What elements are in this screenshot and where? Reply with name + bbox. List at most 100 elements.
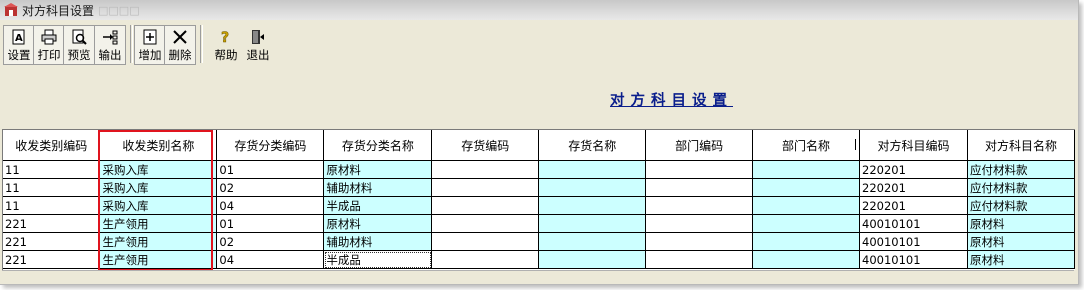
- column-header[interactable]: 对方科目名称: [967, 130, 1075, 161]
- table-cell[interactable]: 半成品: [323, 196, 433, 215]
- table-cell[interactable]: [538, 178, 647, 197]
- table-cell[interactable]: 01: [216, 214, 325, 233]
- table-cell[interactable]: 生产领用: [99, 214, 218, 233]
- table-cell[interactable]: [752, 232, 860, 251]
- table-cell[interactable]: [431, 178, 540, 197]
- table-cell[interactable]: [645, 232, 754, 251]
- data-table: 收发类别编码 收发类别名称 存货分类编码 存货分类名称 存货编码 存货名称 部门…: [3, 130, 1075, 269]
- table-cell[interactable]: 生产领用: [99, 250, 218, 269]
- table-cell[interactable]: [431, 214, 540, 233]
- table-cell[interactable]: [645, 214, 754, 233]
- table-cell[interactable]: 原材料: [967, 232, 1075, 251]
- toolbar: A 设置 打印 预览 输出 增加 删除 ? 帮助 退出: [0, 21, 1078, 65]
- table-cell[interactable]: 40010101: [859, 250, 968, 269]
- table-cell[interactable]: [645, 250, 754, 269]
- table-cell[interactable]: [431, 232, 540, 251]
- table-cell[interactable]: 40010101: [859, 232, 968, 251]
- export-icon: [103, 30, 118, 45]
- table-cell[interactable]: [431, 160, 540, 179]
- table-cell[interactable]: [538, 250, 647, 269]
- table-cell-selected[interactable]: 半成品: [323, 250, 433, 269]
- table-cell[interactable]: [645, 196, 754, 215]
- table-cell[interactable]: [752, 178, 860, 197]
- table-cell[interactable]: 220201: [859, 196, 968, 215]
- table-cell[interactable]: [752, 196, 860, 215]
- table-cell[interactable]: 04: [216, 250, 325, 269]
- table-cell[interactable]: 辅助材料: [323, 232, 433, 251]
- preview-button[interactable]: 预览: [63, 25, 95, 65]
- table-cell[interactable]: 221: [3, 214, 101, 233]
- table-row[interactable]: 11 采购入库 04 半成品 220201 应付材料款: [3, 196, 1075, 215]
- toolbar-separator: [130, 25, 133, 63]
- table-row[interactable]: 221 生产领用 02 辅助材料 40010101 原材料: [3, 232, 1075, 251]
- table-cell[interactable]: [645, 178, 754, 197]
- table-cell[interactable]: 采购入库: [99, 178, 218, 197]
- table-cell[interactable]: 采购入库: [99, 196, 218, 215]
- column-header[interactable]: 存货编码: [431, 130, 540, 161]
- add-label: 增加: [138, 48, 162, 62]
- column-header[interactable]: 存货分类名称: [323, 130, 433, 161]
- table-cell[interactable]: 221: [3, 250, 101, 269]
- table-cell[interactable]: 应付材料款: [967, 196, 1075, 215]
- table-cell[interactable]: 辅助材料: [323, 178, 433, 197]
- table-cell[interactable]: [431, 250, 540, 269]
- table-cell[interactable]: [645, 160, 754, 179]
- column-header[interactable]: 存货名称: [538, 130, 647, 161]
- data-grid[interactable]: 收发类别编码 收发类别名称 存货分类编码 存货分类名称 存货编码 存货名称 部门…: [2, 129, 1075, 270]
- table-cell[interactable]: 02: [216, 178, 325, 197]
- table-cell[interactable]: 11: [3, 178, 101, 197]
- title-bar: 对方科目设置 □□□□: [0, 0, 1078, 20]
- table-cell[interactable]: 原材料: [323, 160, 433, 179]
- add-button[interactable]: 增加: [134, 25, 166, 65]
- settings-doc-icon: A: [12, 29, 25, 45]
- table-cell[interactable]: 01: [216, 160, 325, 179]
- app-logo-icon: [4, 3, 18, 16]
- table-cell[interactable]: [431, 196, 540, 215]
- table-cell[interactable]: [752, 250, 860, 269]
- table-cell[interactable]: [538, 196, 647, 215]
- table-cell[interactable]: 02: [216, 232, 325, 251]
- export-button[interactable]: 输出: [94, 25, 126, 65]
- table-cell[interactable]: 原材料: [323, 214, 433, 233]
- column-header[interactable]: 收发类别编码: [3, 130, 101, 161]
- settings-label: 设置: [7, 48, 31, 62]
- column-header[interactable]: 对方科目编码: [859, 130, 968, 161]
- column-header[interactable]: 收发类别名称: [99, 130, 218, 161]
- table-cell[interactable]: 应付材料款: [967, 178, 1075, 197]
- help-button[interactable]: ? 帮助: [210, 25, 242, 65]
- column-header[interactable]: 部门名称: [752, 130, 860, 161]
- table-cell[interactable]: 11: [3, 160, 101, 179]
- table-cell[interactable]: [538, 232, 647, 251]
- table-cell[interactable]: [538, 214, 647, 233]
- delete-button[interactable]: 删除: [164, 25, 196, 65]
- table-cell[interactable]: 采购入库: [99, 160, 218, 179]
- svg-text:?: ?: [221, 30, 229, 45]
- table-cell[interactable]: 原材料: [967, 214, 1075, 233]
- column-header[interactable]: 部门编码: [645, 130, 754, 161]
- table-cell[interactable]: [538, 160, 647, 179]
- table-cell[interactable]: 原材料: [967, 250, 1075, 269]
- table-cell[interactable]: [752, 160, 860, 179]
- table-cell[interactable]: 04: [216, 196, 325, 215]
- table-cell[interactable]: 221: [3, 232, 101, 251]
- settings-button[interactable]: A 设置: [3, 25, 35, 65]
- print-button[interactable]: 打印: [33, 25, 65, 65]
- table-row[interactable]: 221 生产领用 01 原材料 40010101 原材料: [3, 214, 1075, 233]
- table-row[interactable]: 11 采购入库 02 辅助材料 220201 应付材料款: [3, 178, 1075, 197]
- table-row[interactable]: 221 生产领用 04 半成品 40010101 原材料: [3, 250, 1075, 269]
- table-cell[interactable]: 应付材料款: [967, 160, 1075, 179]
- column-header[interactable]: 存货分类编码: [216, 130, 325, 161]
- table-cell[interactable]: [752, 214, 860, 233]
- help-icon: ?: [221, 30, 230, 45]
- table-cell[interactable]: 220201: [859, 160, 968, 179]
- window-title: 对方科目设置: [22, 3, 95, 18]
- window-title-suffix: □□□□: [98, 3, 140, 17]
- table-cell[interactable]: 40010101: [859, 214, 968, 233]
- table-cell[interactable]: 220201: [859, 178, 968, 197]
- add-icon: [143, 29, 157, 45]
- table-cell[interactable]: 11: [3, 196, 101, 215]
- table-row[interactable]: 11 采购入库 01 原材料 220201 应付材料款: [3, 160, 1075, 179]
- exit-button[interactable]: 退出: [242, 25, 274, 65]
- table-cell[interactable]: 生产领用: [99, 232, 218, 251]
- print-label: 打印: [37, 48, 61, 62]
